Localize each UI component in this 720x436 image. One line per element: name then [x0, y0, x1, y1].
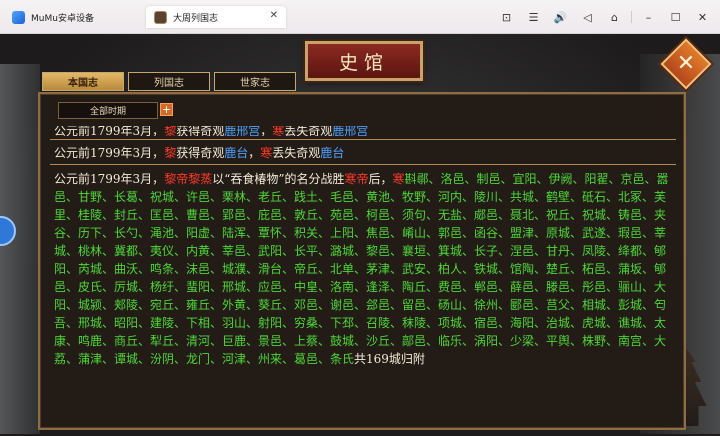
volume-icon[interactable]: 🔊: [547, 11, 574, 24]
divider: [631, 11, 632, 23]
record-entry: 公元前1799年3月，黎获得奇观鹿邢宫，寒丢失奇观鹿邢宫: [54, 126, 674, 136]
history-tabs: 本国志 列国志 世家志: [42, 72, 296, 91]
record-segment: 丢失奇观: [284, 126, 333, 136]
tab-shijiazhi[interactable]: 世家志: [214, 72, 296, 91]
record-segment: 丢失奇观: [272, 146, 321, 160]
screenshot-icon[interactable]: ⊡: [493, 11, 520, 24]
record-segment: 黎: [164, 126, 177, 136]
record-segment: 鹿台: [320, 146, 345, 160]
record-segment: 斟鄩、洛邑、制邑、宜阳、伊阙、阳翟、京邑、嚣邑、甘野、长葛、祝城、许邑、栗林、老…: [54, 172, 669, 366]
mumu-icon: [12, 10, 25, 24]
divider: [50, 139, 676, 140]
emulator-title-bar: MuMu安卓设备 大周列国志 ✕ ⊡ ☰ 🔊 ◁ ⌂ – ☐ ✕: [0, 0, 720, 34]
record-segment: 寒帝: [344, 172, 369, 186]
record-segment: ，: [248, 146, 261, 160]
record-segment: 公元前1799年3月，: [54, 146, 165, 160]
record-segment: 公元前1799年3月，: [54, 172, 165, 186]
home-icon[interactable]: ⌂: [601, 11, 628, 24]
expand-filter-button[interactable]: +: [160, 103, 173, 116]
record-segment: 寒: [272, 126, 285, 136]
record-segment: 公元前1799年3月，: [54, 126, 165, 136]
record-segment: 获得奇观: [176, 146, 225, 160]
record-segment: 鹿邢宫: [224, 126, 261, 136]
tab-game[interactable]: 大周列国志 ✕: [146, 6, 286, 28]
back-icon[interactable]: ◁: [574, 11, 601, 24]
record-segment: 寒: [260, 146, 273, 160]
record-entry: 公元前1799年3月，黎获得奇观鹿台，寒丢失奇观鹿台: [54, 144, 674, 162]
close-window-icon[interactable]: ✕: [689, 11, 716, 24]
tab-lieguozhi[interactable]: 列国志: [128, 72, 210, 91]
game-icon: [154, 10, 167, 24]
close-icon[interactable]: ✕: [676, 46, 696, 82]
record-segment: 黎帝黎蒸: [164, 172, 213, 186]
records-panel[interactable]: 全部时期 + 公元前1799年3月，黎获得奇观鹿邢宫，寒丢失奇观鹿邢宫 公元前1…: [38, 92, 686, 430]
divider: [50, 164, 676, 165]
close-icon[interactable]: ✕: [270, 10, 278, 21]
tab-benguozhi[interactable]: 本国志: [42, 72, 124, 91]
record-segment: 鹿台: [224, 146, 249, 160]
tab-label: 大周列国志: [173, 13, 219, 24]
record-entry: 公元前1799年3月，黎帝黎蒸以“吞食椿物”的名分战胜寒帝后，寒斟鄩、洛邑、制邑…: [54, 170, 674, 368]
record-segment: 寒: [392, 172, 405, 186]
game-screen: 史馆 ✕ 本国志 列国志 世家志 全部时期 + 公元前1799年3月，黎获得奇观…: [0, 34, 720, 436]
record-segment: 获得奇观: [176, 126, 225, 136]
record-segment: 以“吞食椿物”的名分战胜: [212, 172, 345, 186]
maximize-icon[interactable]: ☐: [662, 11, 689, 24]
record-segment: 共169城归附: [354, 352, 425, 366]
tab-label: MuMu安卓设备: [31, 13, 94, 24]
background-scenery: [0, 64, 40, 434]
minimize-icon[interactable]: –: [635, 11, 662, 24]
page-title: 史馆: [305, 41, 423, 81]
record-segment: 后，: [368, 172, 393, 186]
period-filter[interactable]: 全部时期: [58, 102, 158, 119]
record-segment: ，: [260, 126, 273, 136]
keyboard-icon[interactable]: ☰: [520, 11, 547, 24]
record-segment: 黎: [164, 146, 177, 160]
tab-mumu-device[interactable]: MuMu安卓设备: [4, 6, 144, 28]
window-controls: ⊡ ☰ 🔊 ◁ ⌂ – ☐ ✕: [493, 6, 716, 28]
record-segment: 鹿邢宫: [332, 126, 369, 136]
